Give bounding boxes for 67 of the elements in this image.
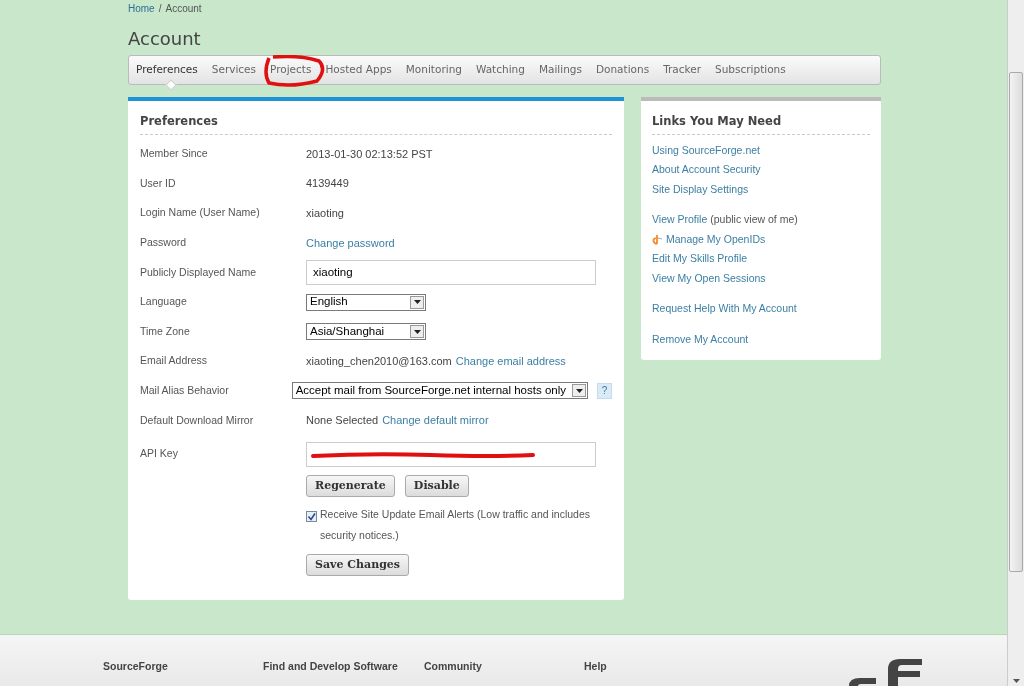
tab[interactable]: Subscriptions <box>715 62 786 78</box>
tab[interactable]: Donations <box>595 62 650 78</box>
field-label: Password <box>140 234 188 250</box>
tab[interactable]: Mailings <box>538 62 582 78</box>
field-value: 4139449 <box>306 176 349 192</box>
tab[interactable]: Projects <box>270 62 312 78</box>
checkbox-label: Receive Site Update Email Alerts (Low traffic and includes security notices.) <box>320 507 592 544</box>
dropdown[interactable]: Asia/Shanghai <box>306 323 426 341</box>
form-button[interactable]: Disable <box>404 475 469 498</box>
selected-tab-marker <box>165 79 177 91</box>
tab[interactable]: Monitoring <box>405 62 462 78</box>
change-link[interactable]: Change default mirror <box>382 412 489 429</box>
scroll-down-icon[interactable] <box>1012 679 1020 683</box>
field-label: User ID <box>140 175 177 191</box>
sidebar-link[interactable]: Site Display Settings <box>652 181 749 198</box>
field-label: Member Since <box>140 146 209 162</box>
field-label: Default Download Mirror <box>140 412 255 428</box>
save-changes-button[interactable]: Save Changes <box>306 554 410 577</box>
dropdown[interactable]: English <box>306 293 426 311</box>
sidebar-link[interactable]: View My Open Sessions <box>652 270 766 287</box>
change-link[interactable]: Change email address <box>455 352 566 370</box>
caret-icon <box>572 384 586 398</box>
tab[interactable]: Services <box>211 62 257 78</box>
field-label: Mail Alias Behavior <box>140 382 230 398</box>
caret-icon <box>410 325 424 339</box>
change-password-link[interactable]: Change password <box>306 234 395 252</box>
footer-heading: SourceForge <box>103 659 169 674</box>
help-button[interactable]: ? <box>597 382 612 399</box>
input-field[interactable]: xiaoting <box>306 259 596 285</box>
caret-icon <box>410 295 424 309</box>
field-value: None Selected <box>306 413 379 429</box>
tab[interactable]: Preferences <box>136 62 198 78</box>
scrollbar-thumb[interactable] <box>1009 72 1023 572</box>
field-label: Publicly Displayed Name <box>140 264 258 280</box>
footer-heading: Help <box>584 659 608 674</box>
sidebar-link[interactable]: Remove My Account <box>652 331 749 348</box>
tab[interactable]: Hosted Apps <box>325 62 392 78</box>
sidebar-link[interactable]: Edit My Skills Profile <box>652 251 748 267</box>
breadcrumb-separator: / <box>158 2 162 16</box>
field-value: xiaoting_chen2010@163.com <box>306 353 452 369</box>
link-note: (public view of me) <box>710 212 798 228</box>
footer-heading: Find and Develop Software <box>263 659 399 674</box>
breadcrumb-link[interactable]: Home <box>128 1 155 16</box>
section-heading: Links You May Need <box>652 113 870 136</box>
field-label: Login Name (User Name) <box>140 205 261 221</box>
sidebar-link[interactable]: Request Help With My Account <box>652 301 797 317</box>
sidebar-link[interactable]: About Account Security <box>652 162 761 178</box>
form-button[interactable]: Regenerate <box>306 475 395 498</box>
breadcrumb-current: Account <box>165 2 202 16</box>
footer-heading: Community <box>424 659 483 674</box>
openid-icon <box>652 234 663 245</box>
dropdown[interactable]: Accept mail from SourceForge.net internal hosts only <box>291 382 588 400</box>
sidebar-link[interactable]: Using SourceForge.net <box>652 142 760 159</box>
field-label: Time Zone <box>140 323 191 339</box>
input-field[interactable] <box>306 442 596 468</box>
field-label: Email Address <box>140 353 209 369</box>
sidebar-link[interactable]: Manage My OpenIDs <box>666 231 766 248</box>
field-value: xiaoting <box>306 206 344 221</box>
page-title: Account <box>128 28 202 50</box>
sidebar-link[interactable]: View Profile <box>652 212 708 228</box>
tab[interactable]: Watching <box>475 62 525 78</box>
tab[interactable]: Tracker <box>663 62 702 78</box>
field-label: API Key <box>140 446 179 462</box>
field-label: Language <box>140 294 188 310</box>
field-value: 2013-01-30 02:13:52 PST <box>306 146 433 162</box>
checkbox[interactable] <box>306 511 317 523</box>
section-heading: Preferences <box>140 113 612 136</box>
